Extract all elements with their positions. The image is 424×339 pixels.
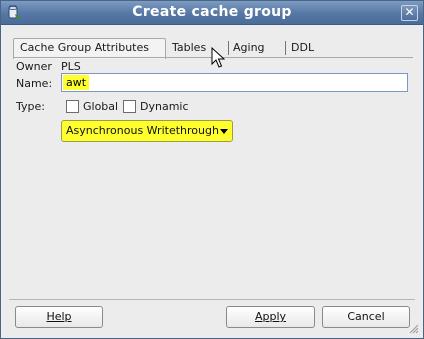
global-checkbox[interactable] — [66, 100, 79, 113]
tab-ddl[interactable]: DDL — [285, 39, 320, 57]
name-value: awt — [63, 75, 90, 90]
cancel-button[interactable]: Cancel — [322, 306, 410, 328]
tab-label: Cache Group Attributes — [20, 41, 149, 54]
dialog-title: Create cache group — [132, 4, 292, 20]
name-label: Name: — [16, 77, 53, 90]
owner-label: Owner — [16, 60, 52, 73]
owner-value: PLS — [61, 60, 81, 73]
dynamic-label: Dynamic — [140, 100, 189, 113]
name-field[interactable]: awt — [61, 73, 408, 92]
type-label: Type: — [16, 100, 45, 113]
tab-label: Tables — [172, 41, 207, 54]
close-icon: ✕ — [404, 5, 415, 19]
tab-panel — [13, 57, 413, 295]
button-separator — [9, 299, 415, 300]
apply-button[interactable]: Apply — [226, 306, 315, 328]
help-button[interactable]: Help — [15, 306, 103, 328]
cache-type-selected: Asynchronous Writethrough — [66, 124, 219, 137]
tab-cache-group-attributes[interactable]: Cache Group Attributes — [13, 38, 166, 59]
global-label: Global — [83, 100, 119, 113]
chevron-down-icon — [220, 129, 228, 134]
tab-label: DDL — [291, 41, 315, 54]
help-button-label: Help — [46, 310, 72, 323]
cache-type-dropdown[interactable]: Asynchronous Writethrough — [61, 120, 233, 142]
close-button[interactable]: ✕ — [401, 5, 418, 21]
apply-button-label: Apply — [254, 310, 287, 323]
title-bar[interactable]: Create cache group ✕ — [1, 1, 423, 25]
create-cache-group-dialog: Create cache group ✕ Cache Group Attribu… — [0, 0, 424, 339]
tab-label: Aging — [233, 41, 265, 54]
cancel-button-label: Cancel — [347, 310, 385, 323]
tab-aging[interactable]: Aging — [227, 39, 271, 57]
resize-grip-icon[interactable] — [409, 324, 419, 334]
dynamic-checkbox[interactable] — [123, 100, 136, 113]
mouse-pointer-icon — [211, 47, 225, 68]
tab-tables[interactable]: Tables — [166, 39, 212, 57]
